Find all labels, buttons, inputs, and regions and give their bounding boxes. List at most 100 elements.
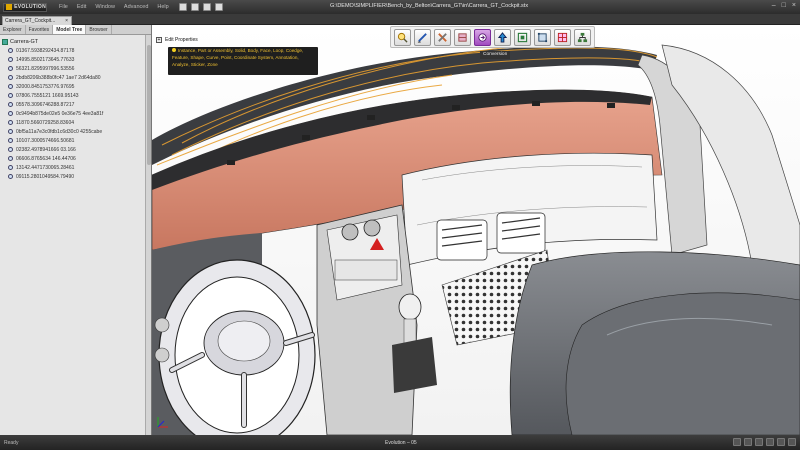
simplify-icon xyxy=(458,33,467,42)
tree-item[interactable]: 14995.8502173645.77633 xyxy=(2,55,149,64)
tree-root[interactable]: Carrera-GT xyxy=(2,37,149,46)
expand-icon[interactable]: + xyxy=(156,37,162,43)
workflow-toolbar xyxy=(390,26,595,48)
zoom-button[interactable] xyxy=(394,29,411,46)
part-icon xyxy=(8,93,13,98)
part-icon xyxy=(8,48,13,53)
tree-item[interactable]: 32000.8451753776.97695 xyxy=(2,82,149,91)
tree-item-label: 13142.4471730065.28461 xyxy=(16,164,75,171)
tab-explorer[interactable]: Explorer xyxy=(0,25,26,34)
status-app-version: Evolution – 05 xyxy=(385,440,417,446)
save-as-icon[interactable] xyxy=(214,3,223,11)
part-icon xyxy=(8,174,13,179)
status-text: Ready xyxy=(4,440,19,446)
assembly-icon xyxy=(517,32,528,43)
part-icon xyxy=(8,165,13,170)
tab-model-tree[interactable]: Model Tree xyxy=(53,25,87,34)
status-bar: Ready Evolution – 05 xyxy=(0,435,800,450)
tree-item-label: 09115.2801049584.79490 xyxy=(16,173,75,180)
logo-badge xyxy=(6,4,13,10)
cockpit-model xyxy=(152,25,800,435)
tree-item[interactable]: 02382.4978941666 03.166 xyxy=(2,145,149,154)
document-tab[interactable]: Carrera_GT_Cockpit... × xyxy=(2,16,72,25)
menu-window[interactable]: Window xyxy=(95,4,115,10)
status-icons xyxy=(733,438,796,446)
tree-item-label: 32000.8451753776.97695 xyxy=(16,83,75,90)
maximize-button[interactable]: □ xyxy=(782,2,786,9)
tree-item-label: 0c9494b875de02e5 0e36e75 4ee3a81f xyxy=(16,110,104,117)
save-icon[interactable] xyxy=(202,3,211,11)
tree-item-label: 0bf5a11a7e3c0fdb1c6d30c0 4255cabe xyxy=(16,128,103,135)
tree-item-label: 56321.8295997996.53556 xyxy=(16,65,75,72)
tree-item[interactable]: 07806.7555121 1669.95143 xyxy=(2,91,149,100)
export-icon xyxy=(497,32,508,43)
tree-item[interactable]: 05578.3096746288.87217 xyxy=(2,100,149,109)
part-icon xyxy=(8,75,13,80)
tree-item[interactable]: 06606.8765634 146.44706 xyxy=(2,154,149,163)
part-icon xyxy=(8,138,13,143)
status-settings-icon[interactable] xyxy=(755,438,763,446)
menu-bar: File Edit Window Advanced Help xyxy=(59,4,169,10)
tree-item[interactable]: 13142.4471730065.28461 xyxy=(2,163,149,172)
part-icon xyxy=(8,156,13,161)
conversion-button[interactable] xyxy=(474,29,491,46)
tree-icon xyxy=(577,32,588,43)
menu-help[interactable]: Help xyxy=(157,4,168,10)
new-file-icon[interactable] xyxy=(178,3,187,11)
tree-root-label: Carrera-GT xyxy=(10,38,39,45)
close-button[interactable]: × xyxy=(792,2,796,9)
tree-item[interactable]: 01367.5938292434.87178 xyxy=(2,46,149,55)
status-info-icon[interactable] xyxy=(788,438,796,446)
menu-edit[interactable]: Edit xyxy=(77,4,86,10)
tree-button[interactable] xyxy=(574,29,591,46)
minimize-button[interactable]: – xyxy=(772,2,776,9)
tree-item[interactable]: 10107.3000574666.50681 xyxy=(2,136,149,145)
assembly-button[interactable] xyxy=(514,29,531,46)
tree-item[interactable]: 2bdb8206b388b0fc47 1ae7 2d64da80 xyxy=(2,73,149,82)
selection-filter-text: Instance, Part or Assembly, Solid, Body,… xyxy=(172,48,304,67)
app-logo: EVOLUTION xyxy=(3,2,47,12)
logo-text: EVOLUTION xyxy=(14,4,46,10)
part-icon xyxy=(8,111,13,116)
tab-favorites[interactable]: Favorites xyxy=(26,25,54,34)
status-grid-icon[interactable] xyxy=(744,438,752,446)
export-button[interactable] xyxy=(494,29,511,46)
box-button[interactable] xyxy=(534,29,551,46)
tree-item[interactable]: 09115.2801049584.79490 xyxy=(2,172,149,181)
edit-button[interactable] xyxy=(414,29,431,46)
edit-icon xyxy=(417,33,427,43)
tree-item-label: 05578.3096746288.87217 xyxy=(16,101,75,108)
tree-item-label: 14995.8502173645.77633 xyxy=(16,56,75,63)
zoom-icon xyxy=(397,32,408,43)
tree-item[interactable]: 0bf5a11a7e3c0fdb1c6d30c0 4255cabe xyxy=(2,127,149,136)
edit-properties[interactable]: + Edit Properties xyxy=(156,37,198,43)
menu-file[interactable]: File xyxy=(59,4,68,10)
part-icon xyxy=(8,102,13,107)
tree-item-label: 07806.7555121 1669.95143 xyxy=(16,92,79,99)
document-tab-close-icon[interactable]: × xyxy=(65,18,68,24)
part-icon xyxy=(8,147,13,152)
section-button[interactable] xyxy=(554,29,571,46)
tree-item[interactable]: 11870.5660729258.83604 xyxy=(2,118,149,127)
status-view-icon[interactable] xyxy=(733,438,741,446)
edit-properties-label: Edit Properties xyxy=(165,37,198,43)
open-file-icon[interactable] xyxy=(190,3,199,11)
3d-viewport[interactable]: + Edit Properties Instance, Part or Asse… xyxy=(152,25,800,435)
status-fullscreen-icon[interactable] xyxy=(777,438,785,446)
lightbulb-icon xyxy=(172,48,176,52)
tree-scrollbar[interactable] xyxy=(145,35,151,435)
tree-item[interactable]: 0c9494b875de02e5 0e36e75 4ee3a81f xyxy=(2,109,149,118)
quick-access-toolbar xyxy=(178,3,223,11)
menu-advanced[interactable]: Advanced xyxy=(124,4,148,10)
tree-item[interactable]: 56321.8295997996.53556 xyxy=(2,64,149,73)
window-controls: – □ × xyxy=(772,2,796,9)
tab-browser[interactable]: Browser xyxy=(86,25,112,34)
toolbar-tooltip: Conversion xyxy=(480,51,511,59)
repair-button[interactable] xyxy=(434,29,451,46)
window-title: G:\DEMO\SIMPLIFIER\Bench_by_Belton\Carre… xyxy=(330,3,529,9)
status-layout-icon[interactable] xyxy=(766,438,774,446)
tree-item-label: 11870.5660729258.83604 xyxy=(16,119,75,126)
scrollbar-thumb[interactable] xyxy=(147,45,151,165)
simplify-button[interactable] xyxy=(454,29,471,46)
tree-item-label: 06606.8765634 146.44706 xyxy=(16,155,76,162)
